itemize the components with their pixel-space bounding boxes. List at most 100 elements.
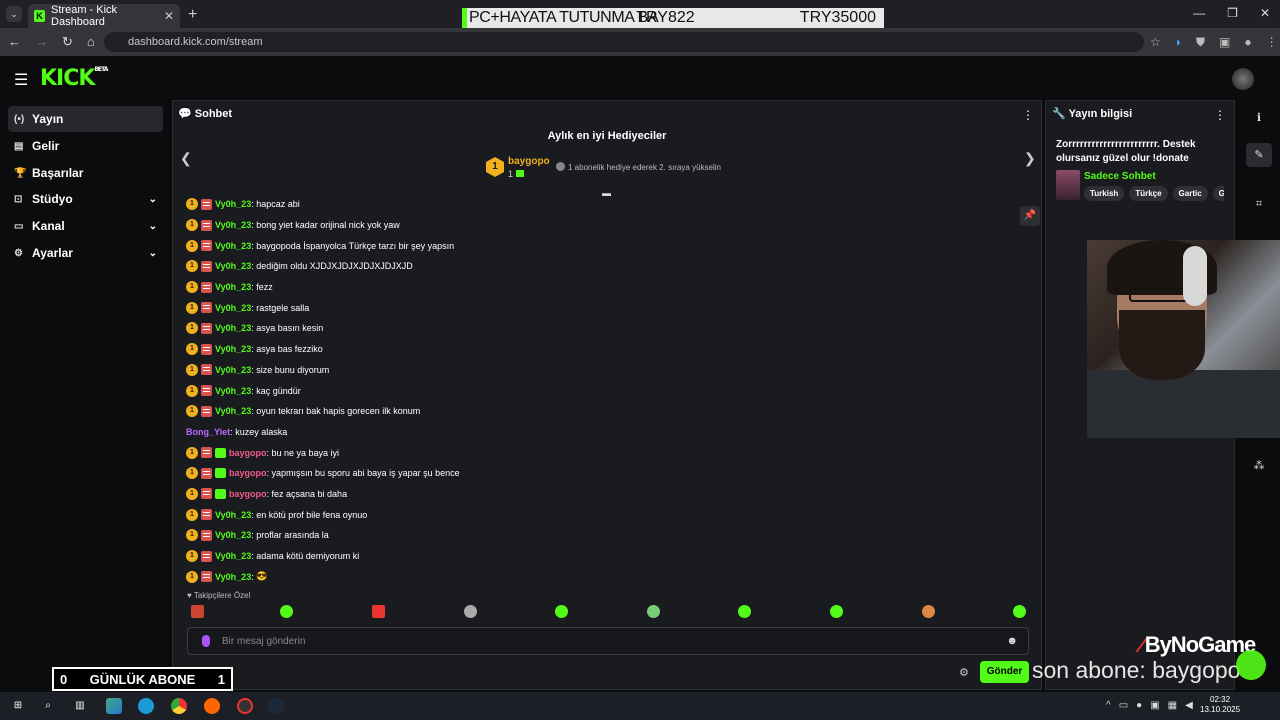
- emote-icon[interactable]: [830, 605, 843, 618]
- profile-icon[interactable]: ●: [1244, 35, 1251, 50]
- sidebar-item-ayarlar[interactable]: ⚙ Ayarlar ⌄: [8, 240, 163, 266]
- info-menu-icon[interactable]: ⋮: [1214, 108, 1226, 122]
- bookmark-star-icon[interactable]: ☆: [1150, 35, 1161, 50]
- goal-title: PC+HAYATA TUTUNMA BA: [469, 9, 659, 26]
- capture-icon[interactable]: ⌗: [1250, 198, 1268, 211]
- chat-username[interactable]: Vy0h_23: [215, 406, 251, 416]
- sidebar-item-yayin[interactable]: (•) Yayın: [8, 106, 163, 132]
- chat-message: 1 Vy0h_23: dediğim oldu XJDJXJDJXJDJXJDJX…: [186, 256, 1016, 277]
- chat-username[interactable]: baygopo: [229, 448, 267, 458]
- chat-message: 1 Vy0h_23: hapcaz abi: [186, 194, 1016, 215]
- task-view-icon[interactable]: ▥: [72, 698, 88, 714]
- send-button[interactable]: Gönder: [980, 661, 1029, 683]
- chat-username[interactable]: Vy0h_23: [215, 323, 251, 333]
- emoji-icon[interactable]: ☻: [1006, 635, 1018, 647]
- emote-icon[interactable]: [372, 605, 385, 618]
- subscriber-badge-icon: [201, 447, 212, 459]
- nodes-icon[interactable]: ⁂: [1250, 459, 1268, 472]
- sidebar-item-label: Stüdyo: [32, 192, 73, 206]
- extension-icon[interactable]: ◗: [1175, 35, 1182, 50]
- chevron-up-icon[interactable]: ^: [1106, 700, 1111, 711]
- forward-icon[interactable]: →: [35, 34, 48, 50]
- restore-icon[interactable]: ❐: [1227, 6, 1238, 20]
- chat-username[interactable]: Vy0h_23: [215, 303, 251, 313]
- category-name[interactable]: Sadece Sohbet: [1084, 171, 1156, 182]
- sidebar-item-studyo[interactable]: ⊡ Stüdyo ⌄: [8, 186, 163, 212]
- emote-icon[interactable]: [191, 605, 204, 618]
- mic-icon[interactable]: ●: [1136, 700, 1142, 711]
- emote-icon[interactable]: [464, 605, 477, 618]
- shield-icon[interactable]: ⛊: [1196, 35, 1205, 50]
- battery-icon[interactable]: ▭: [1119, 700, 1128, 711]
- chat-text: kuzey alaska: [235, 426, 288, 437]
- chrome-icon[interactable]: [171, 698, 187, 714]
- chat-menu-icon[interactable]: ⋮: [1022, 108, 1034, 122]
- chat-username[interactable]: Vy0h_23: [215, 344, 251, 354]
- sidebar-item-kanal[interactable]: ▭ Kanal ⌄: [8, 213, 163, 239]
- chat-username[interactable]: Vy0h_23: [215, 572, 251, 582]
- chat-text: yapmışsın bu sporu abi baya iş yapar şu …: [271, 468, 460, 479]
- chat-username[interactable]: baygopo: [229, 489, 267, 499]
- chevron-left-icon[interactable]: ❮: [180, 150, 192, 167]
- chat-username[interactable]: Vy0h_23: [215, 510, 251, 520]
- browser-tab[interactable]: K Stream - Kick Dashboard ✕: [28, 4, 180, 28]
- edge-icon[interactable]: [138, 698, 154, 714]
- microphone-icon[interactable]: [202, 635, 210, 647]
- tag[interactable]: Ge: [1212, 186, 1224, 201]
- kick-logo[interactable]: KICKBETA: [40, 66, 108, 91]
- close-tab-icon[interactable]: ✕: [164, 9, 174, 23]
- close-window-icon[interactable]: ✕: [1260, 6, 1270, 20]
- subscriber-badge-icon: [201, 364, 212, 376]
- hamburger-menu-icon[interactable]: ☰: [14, 70, 28, 90]
- chat-username[interactable]: Vy0h_23: [215, 365, 251, 375]
- chat-settings-icon[interactable]: ⚙: [959, 666, 969, 679]
- emote-icon[interactable]: [555, 605, 568, 618]
- tab-search-button[interactable]: ⌄: [6, 6, 22, 22]
- firefox-icon[interactable]: [204, 698, 220, 714]
- info-icon[interactable]: ℹ: [1250, 111, 1268, 124]
- chat-username[interactable]: baygopo: [229, 468, 267, 478]
- edit-icon[interactable]: ✎: [1246, 143, 1272, 167]
- network-icon[interactable]: ▦: [1168, 700, 1177, 711]
- emote-icon[interactable]: [738, 605, 751, 618]
- chat-username[interactable]: Vy0h_23: [215, 282, 251, 292]
- camera-icon[interactable]: ▣: [1150, 700, 1159, 711]
- chat-username[interactable]: Vy0h_23: [215, 530, 251, 540]
- steam-icon[interactable]: [268, 698, 284, 714]
- sidebar-item-gelir[interactable]: ▤ Gelir: [8, 133, 163, 159]
- chat-username[interactable]: Vy0h_23: [215, 261, 251, 271]
- emote-icon[interactable]: [922, 605, 935, 618]
- pin-icon[interactable]: 📌: [1020, 206, 1040, 226]
- sidebar-item-basarilar[interactable]: 🏆 Başarılar: [8, 160, 163, 186]
- clock[interactable]: 02:32 13.10.2025: [1200, 695, 1240, 715]
- user-avatar[interactable]: [1232, 68, 1254, 90]
- chat-input[interactable]: Bir mesaj gönderin ☻: [187, 627, 1029, 655]
- new-tab-button[interactable]: +: [188, 6, 197, 24]
- copilot-icon[interactable]: [106, 698, 122, 714]
- chevron-right-icon[interactable]: ❯: [1024, 150, 1036, 167]
- back-icon[interactable]: ←: [8, 34, 21, 50]
- chat-username[interactable]: Vy0h_23: [215, 551, 251, 561]
- obs-icon[interactable]: [237, 698, 253, 714]
- reload-icon[interactable]: ↻: [62, 34, 73, 50]
- emote-icon[interactable]: [647, 605, 660, 618]
- windows-start-icon[interactable]: ⊞: [10, 698, 26, 714]
- emote-icon[interactable]: [280, 605, 293, 618]
- home-icon[interactable]: ⌂: [87, 34, 95, 50]
- menu-dots-icon[interactable]: ⋮: [1266, 35, 1278, 50]
- tag[interactable]: Türkçe: [1129, 186, 1168, 201]
- top-gifter-name[interactable]: baygopo: [508, 156, 550, 167]
- chat-username[interactable]: Vy0h_23: [215, 199, 251, 209]
- minimize-icon[interactable]: —: [1193, 6, 1205, 20]
- tag[interactable]: Gartic: [1172, 186, 1208, 201]
- chat-username[interactable]: Bong_Yiet: [186, 427, 230, 437]
- search-icon[interactable]: ⌕: [40, 698, 56, 714]
- volume-icon[interactable]: ◀: [1185, 700, 1193, 711]
- emote-icon[interactable]: [1013, 605, 1026, 618]
- address-bar[interactable]: dashboard.kick.com/stream: [104, 32, 1144, 52]
- tag[interactable]: Turkish: [1084, 186, 1125, 201]
- chat-username[interactable]: Vy0h_23: [215, 386, 251, 396]
- chat-username[interactable]: Vy0h_23: [215, 241, 251, 251]
- chat-username[interactable]: Vy0h_23: [215, 220, 251, 230]
- puzzle-icon[interactable]: ▣: [1219, 35, 1230, 50]
